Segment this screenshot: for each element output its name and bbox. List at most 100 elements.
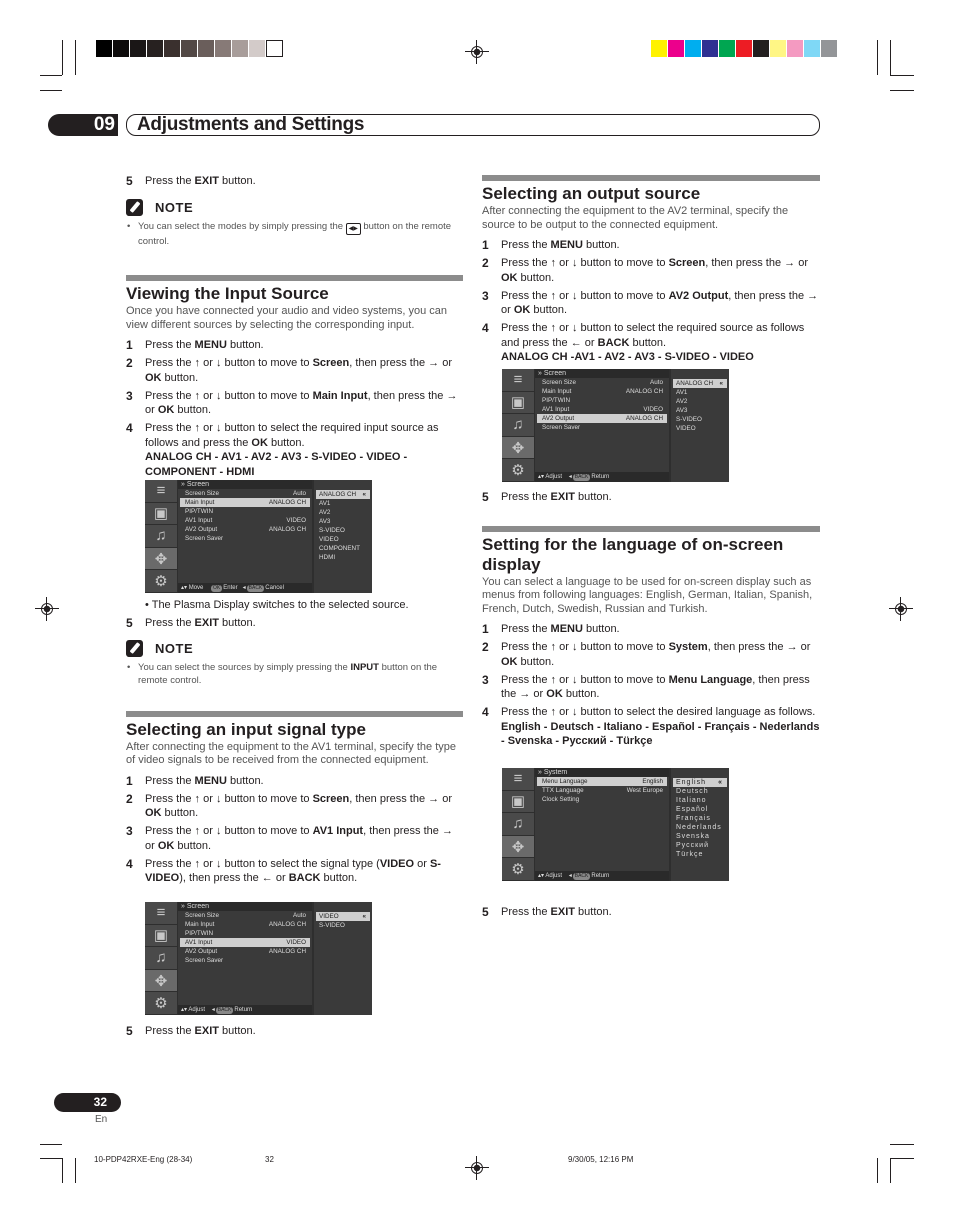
osd-option[interactable]: English bbox=[673, 778, 727, 787]
updown-icon: ▴▾ bbox=[538, 873, 545, 879]
osd-option[interactable]: Nederlands bbox=[673, 823, 727, 832]
osd-screen-av2-output: ≡ ▣ ♫ ✥ ⚙» Screen Screen Size Auto Main Input AN… bbox=[502, 369, 729, 482]
registration-mark-icon bbox=[465, 1156, 489, 1180]
note-pencil-icon bbox=[126, 639, 143, 657]
osd-menu-row[interactable]: Screen Saver bbox=[537, 423, 667, 432]
updown-icon: ▴▾ bbox=[538, 474, 545, 480]
osd-menu-row[interactable]: PIP/TWIN bbox=[180, 929, 310, 938]
osd-menu-row[interactable]: AV1 Input VIDEO bbox=[180, 516, 310, 525]
osd-screen-av1-input: ≡ ▣ ♫ ✥ ⚙» Screen Screen Size Auto Main Input AN… bbox=[145, 902, 372, 1015]
sound-icon: ♫ bbox=[145, 525, 177, 548]
osd-option[interactable]: AV3 bbox=[316, 517, 370, 526]
osd-menu-row[interactable]: Clock Setting bbox=[537, 795, 667, 804]
crop-mark bbox=[40, 75, 62, 76]
screen-icon: ✥ bbox=[502, 835, 534, 859]
osd-menu-row[interactable]: AV1 Input VIDEO bbox=[537, 405, 667, 414]
color-swatch bbox=[651, 40, 668, 57]
color-swatch bbox=[113, 40, 130, 57]
picture-icon: ▣ bbox=[502, 392, 534, 415]
color-swatch bbox=[249, 40, 266, 57]
color-swatch bbox=[130, 40, 147, 57]
osd-option[interactable]: Русский bbox=[673, 841, 727, 850]
osd-menu-row[interactable]: Main Input ANALOG CH bbox=[180, 498, 310, 507]
color-swatch bbox=[702, 40, 719, 57]
section-intro: After connecting the equipment to the AV… bbox=[482, 205, 789, 231]
osd-option[interactable]: Español bbox=[673, 805, 727, 814]
section-title-output-source: Selecting an output source bbox=[482, 184, 701, 203]
crop-mark bbox=[62, 1158, 63, 1183]
osd-option[interactable]: AV3 bbox=[673, 406, 727, 415]
system-icon: ⚙ bbox=[145, 570, 177, 593]
osd-option[interactable]: COMPONENT bbox=[316, 544, 370, 553]
osd-category-icons: ≡ ▣ ♫ ✥ ⚙ bbox=[145, 480, 177, 593]
note-text: You can select the sources by simply pre… bbox=[126, 661, 463, 688]
screen-icon: ✥ bbox=[502, 436, 534, 460]
picture-icon: ▣ bbox=[145, 925, 177, 948]
osd-option[interactable]: ANALOG CH bbox=[673, 379, 727, 388]
osd-option[interactable]: ANALOG CH bbox=[316, 490, 370, 499]
steps-list: 1 Press the MENU button. 2 Press the ↑ or ↓… bbox=[482, 238, 820, 350]
osd-option[interactable]: Italiano bbox=[673, 796, 727, 805]
sound-icon: ♫ bbox=[145, 947, 177, 970]
print-date: 9/30/05, 12:16 PM bbox=[568, 1155, 634, 1164]
steps-list: 1 Press the MENU button. 2 Press the ↑ or ↓… bbox=[482, 622, 820, 720]
osd-option[interactable]: VIDEO bbox=[316, 912, 370, 921]
crop-mark bbox=[890, 1158, 891, 1183]
step-1: 1 Press the MENU button. bbox=[126, 773, 264, 788]
osd-menu-row[interactable]: Screen Saver bbox=[180, 534, 310, 543]
right-column-continued: 5 Press the EXIT button. Setting for the… bbox=[482, 490, 820, 749]
osd-menu-row[interactable]: PIP/TWIN bbox=[180, 507, 310, 516]
osd-option[interactable]: AV1 bbox=[673, 388, 727, 397]
osd-menu-row[interactable]: Main Input ANALOG CH bbox=[537, 387, 667, 396]
step-1: 1 Press the MENU button. bbox=[482, 238, 620, 252]
osd-menu-row[interactable]: Menu Language English bbox=[537, 777, 667, 786]
osd-menu-header: » Screen bbox=[178, 902, 312, 911]
osd-option[interactable]: S-VIDEO bbox=[316, 526, 370, 535]
osd-options-panel: EnglishDeutschItalianoEspañolFrançaisNed… bbox=[671, 768, 729, 881]
osd-menu-panel: » Screen Screen Size Auto Main Input ANALOG … bbox=[535, 369, 669, 482]
step-5-exit: 5 Press the EXIT button. bbox=[482, 490, 612, 504]
osd-option[interactable]: AV1 bbox=[316, 499, 370, 508]
section-divider bbox=[126, 710, 463, 717]
note-heading: NOTE bbox=[126, 198, 463, 216]
osd-menu-row[interactable]: Main Input ANALOG CH bbox=[180, 920, 310, 929]
osd-option[interactable]: Deutsch bbox=[673, 787, 727, 796]
osd-option[interactable]: AV2 bbox=[316, 508, 370, 517]
steps-list: 1 Press the MENU button. 2 Press the ↑ or ↓… bbox=[126, 774, 463, 886]
left-icon: ◂ bbox=[211, 1007, 215, 1013]
crop-mark bbox=[40, 1144, 62, 1145]
osd-option[interactable]: Français bbox=[673, 814, 727, 823]
step-4: 4 Press the ↑ or ↓ button to select the r… bbox=[482, 321, 805, 349]
crop-mark bbox=[40, 1158, 62, 1159]
section-title-input-signal: Selecting an input signal type bbox=[126, 719, 366, 739]
osd-menu-panel: » System Menu Language English TTX Language… bbox=[535, 768, 669, 881]
osd-menu-header: » System bbox=[535, 768, 669, 777]
osd-options-panel: ANALOG CHAV1AV2AV3S-VIDEOVIDEOCOMPONENTH… bbox=[314, 480, 372, 593]
osd-option[interactable]: VIDEO bbox=[316, 535, 370, 544]
picture-icon: ▣ bbox=[145, 503, 177, 526]
osd-menu-row[interactable]: AV2 Output ANALOG CH bbox=[537, 414, 667, 423]
color-swatch bbox=[821, 40, 838, 57]
osd-option[interactable]: Türkçe bbox=[673, 850, 727, 859]
left-column-continued: • The Plasma Display switches to the sel… bbox=[126, 598, 463, 886]
osd-menu-row[interactable]: Screen Saver bbox=[180, 956, 310, 965]
osd-option[interactable]: AV2 bbox=[673, 397, 727, 406]
osd-footer-hints: ▴▾ Move OK Enter ◂ BACK Cancel bbox=[178, 583, 312, 593]
step-5-exit: 5 Press the EXIT button. bbox=[126, 1024, 256, 1038]
section-intro: Once you have connected your audio and v… bbox=[126, 305, 448, 331]
osd-options-panel: ANALOG CHAV1AV2AV3S-VIDEOVIDEO bbox=[671, 369, 729, 482]
step-1: 1 Press the MENU button. bbox=[482, 622, 620, 636]
osd-option[interactable]: S-VIDEO bbox=[316, 921, 370, 930]
osd-menu-row[interactable]: AV2 Output ANALOG CH bbox=[180, 947, 310, 956]
osd-option[interactable]: VIDEO bbox=[673, 424, 727, 433]
osd-menu-row[interactable]: PIP/TWIN bbox=[537, 396, 667, 405]
osd-option[interactable]: HDMI bbox=[316, 553, 370, 562]
osd-menu-row[interactable]: Screen Size Auto bbox=[180, 911, 310, 920]
osd-option[interactable]: S-VIDEO bbox=[673, 415, 727, 424]
osd-menu-row[interactable]: TTX Language West Europe bbox=[537, 786, 667, 795]
osd-menu-row[interactable]: Screen Size Auto bbox=[537, 378, 667, 387]
osd-option[interactable]: Svenska bbox=[673, 832, 727, 841]
osd-menu-row[interactable]: AV1 Input VIDEO bbox=[180, 938, 310, 947]
osd-menu-row[interactable]: AV2 Output ANALOG CH bbox=[180, 525, 310, 534]
osd-menu-row[interactable]: Screen Size Auto bbox=[180, 489, 310, 498]
